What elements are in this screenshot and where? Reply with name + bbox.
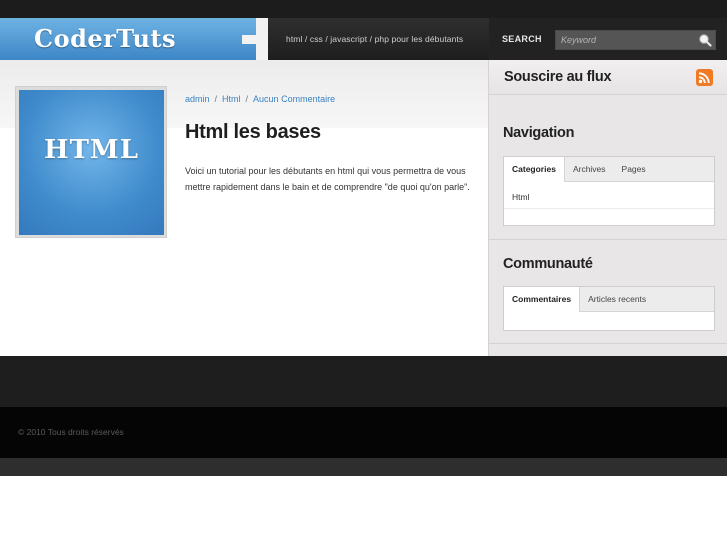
meta-separator: / [214, 94, 218, 104]
category-item-html[interactable]: Html [504, 186, 714, 209]
search-input[interactable] [556, 31, 696, 49]
meta-category-link[interactable]: Html [222, 94, 241, 104]
site-tagline: html / css / javascript / php pour les d… [286, 34, 464, 44]
copyright-text: © 2010 Tous droits réservés [18, 427, 124, 437]
footer-top [0, 356, 727, 407]
site-logo[interactable]: CoderTuts [0, 18, 268, 60]
community-tabbox: Commentaires Articles recents [503, 286, 715, 331]
meta-author-link[interactable]: admin [185, 94, 210, 104]
sidebar-divider [489, 239, 727, 240]
logo-plus-icon-vertical [256, 18, 268, 60]
navigation-tabbox: Categories Archives Pages Html [503, 156, 715, 226]
navigation-title: Navigation [503, 125, 575, 141]
post-excerpt: Voici un tutorial pour les débutants en … [185, 166, 470, 192]
site-header: CoderTuts html / css / javascript / php … [0, 18, 727, 60]
rss-title[interactable]: Souscire au flux [504, 69, 612, 85]
magnifier-icon [699, 34, 712, 47]
main-content: HTML admin / Html / Aucun Commentaire Html l… [0, 60, 488, 356]
tab-categories[interactable]: Categories [504, 157, 565, 182]
search-label: SEARCH [502, 34, 542, 44]
post-thumbnail[interactable]: HTML [15, 86, 167, 238]
community-tabs: Commentaires Articles recents [504, 287, 714, 312]
tab-articles-recents[interactable]: Articles recents [580, 287, 654, 311]
tab-archives[interactable]: Archives [565, 157, 614, 181]
navigation-tabs: Categories Archives Pages [504, 157, 714, 182]
thumbnail-image: HTML [19, 90, 164, 235]
thumbnail-text: HTML [44, 135, 139, 165]
tab-commentaires[interactable]: Commentaires [504, 287, 581, 312]
search-area: SEARCH [489, 18, 727, 60]
tab-pages[interactable]: Pages [614, 157, 654, 181]
sidebar: Souscire au flux Navigation Categories A… [488, 60, 727, 356]
post-title[interactable]: Html les bases [185, 121, 321, 144]
footer: © 2010 Tous droits réservés [0, 407, 727, 458]
search-button[interactable] [698, 33, 712, 47]
rss-feed-icon[interactable] [696, 69, 713, 86]
sidebar-divider [489, 343, 727, 344]
meta-separator: / [245, 94, 249, 104]
logo-text: CoderTuts [34, 24, 177, 53]
rss-block: Souscire au flux [489, 60, 727, 95]
page: CoderTuts html / css / javascript / php … [0, 0, 727, 545]
meta-comments-link[interactable]: Aucun Commentaire [253, 94, 335, 104]
search-box [555, 30, 716, 50]
community-title: Communauté [503, 256, 593, 272]
footer-bottom-bar [0, 458, 727, 476]
top-bar [0, 0, 727, 18]
post-meta: admin / Html / Aucun Commentaire [185, 94, 335, 104]
